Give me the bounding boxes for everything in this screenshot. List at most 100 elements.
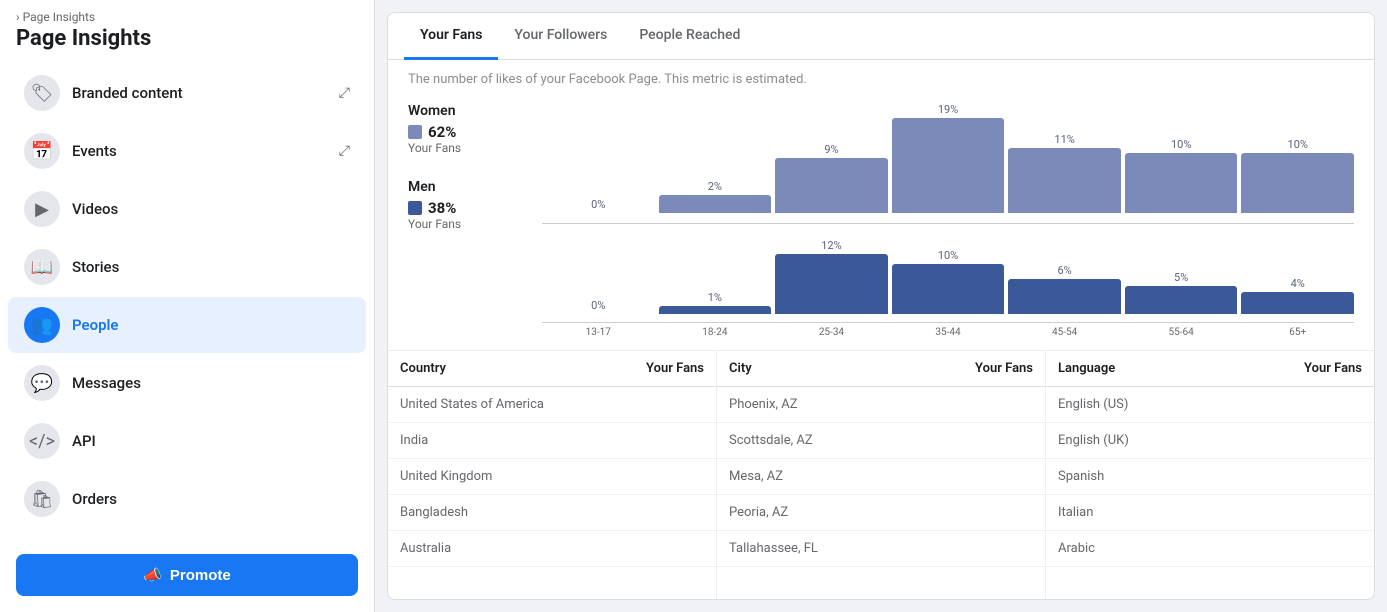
city-row-4-label: Tallahassee, FL <box>717 531 907 567</box>
sidebar-item-people[interactable]: 👥 People <box>8 297 366 353</box>
country-row-0-value <box>608 387 716 423</box>
country-row-3-label: Bangladesh <box>388 495 608 531</box>
language-row-1: English (UK) <box>1046 423 1374 459</box>
city-row-2: Mesa, AZ <box>717 459 1045 495</box>
videos-icon: ▶ <box>24 191 60 227</box>
city-row-0: Phoenix, AZ <box>717 387 1045 423</box>
men-bar-col-0: 0% <box>542 299 655 314</box>
city-col1-header: City <box>717 351 907 387</box>
women-bar-label-5: 10% <box>1171 138 1191 151</box>
external-link-icon: ⤢ <box>339 143 350 159</box>
women-swatch <box>408 125 422 139</box>
men-bar-3 <box>892 264 1005 314</box>
language-row-3: Italian <box>1046 495 1374 531</box>
men-bar-5 <box>1125 286 1238 314</box>
sidebar-item-api[interactable]: </>API <box>8 413 366 469</box>
women-bar-label-4: 11% <box>1054 133 1074 146</box>
language-row-1-value <box>1222 423 1374 459</box>
table-block-city: CityYour FansPhoenix, AZScottsdale, AZMe… <box>717 351 1046 599</box>
breadcrumb: › Page Insights <box>0 0 374 26</box>
sidebar-item-messages[interactable]: 💬Messages <box>8 355 366 411</box>
men-bar-col-4: 6% <box>1008 264 1121 314</box>
men-bar-2 <box>775 254 888 314</box>
age-labels-row: 13-1718-2425-3435-4445-5455-6465+ <box>542 322 1354 338</box>
country-row-2-value <box>608 459 716 495</box>
men-bar-6 <box>1241 292 1354 314</box>
stories-icon: 📖 <box>24 249 60 285</box>
women-bar-label-3: 19% <box>938 103 958 116</box>
table-block-country: CountryYour FansUnited States of America… <box>388 351 717 599</box>
promote-label: Promote <box>170 567 231 584</box>
tab-your-fans[interactable]: Your Fans <box>404 13 498 60</box>
people-icon: 👥 <box>24 307 60 343</box>
country-row-0: United States of America <box>388 387 716 423</box>
branded-content-icon: 🏷 <box>24 75 60 111</box>
tables-section: Country Your Fans United States of America… <box>388 351 1374 599</box>
city-row-4: Tallahassee, FL <box>717 531 1045 567</box>
women-bar-label-1: 2% <box>708 180 722 193</box>
women-bar-col-5: 10% <box>1125 138 1238 213</box>
sidebar-item-branded-content[interactable]: 🏷Branded content⤢ <box>8 65 366 121</box>
country-row-3-value <box>608 495 716 531</box>
table-city: CityYour FansPhoenix, AZScottsdale, AZMe… <box>717 351 1045 567</box>
women-bar-label-0: 0% <box>591 198 605 211</box>
city-row-4-value <box>907 531 1045 567</box>
sidebar-item-videos[interactable]: ▶Videos <box>8 181 366 237</box>
language-row-4-value <box>1222 531 1374 567</box>
chart-area: Women 62% Your Fans Men 38% Your <box>408 103 1354 338</box>
city-row-3-value <box>907 495 1045 531</box>
language-row-3-label: Italian <box>1046 495 1222 531</box>
country-row-1-label: India <box>388 423 608 459</box>
age-label-6: 65+ <box>1241 327 1354 338</box>
sidebar-item-stories[interactable]: 📖 Stories <box>8 239 366 295</box>
city-row-3-label: Peoria, AZ <box>717 495 907 531</box>
sidebar-item-label-stories: Stories <box>72 258 119 276</box>
sidebar-item-events[interactable]: 📅Events⤢ <box>8 123 366 179</box>
men-bar-label-6: 4% <box>1291 277 1305 290</box>
sidebar-item-label-events: Events <box>72 142 117 160</box>
tab-people-reached[interactable]: People Reached <box>623 13 756 60</box>
language-row-2: Spanish <box>1046 459 1374 495</box>
men-bar-label-5: 5% <box>1174 271 1188 284</box>
men-bar-col-2: 12% <box>775 239 888 314</box>
city-row-1-label: Scottsdale, AZ <box>717 423 907 459</box>
men-bar-1 <box>659 306 772 314</box>
sidebar-item-label-people: People <box>72 316 119 334</box>
city-row-2-value <box>907 459 1045 495</box>
promote-button[interactable]: 📣 Promote <box>16 554 358 596</box>
sidebar: › Page Insights Page Insights 🏷Branded c… <box>0 0 375 612</box>
sidebar-item-label-api: API <box>72 432 96 450</box>
city-col2-header: Your Fans <box>907 351 1045 387</box>
sidebar-item-label-orders: Orders <box>72 490 117 508</box>
country-col1-header: Country <box>388 351 608 387</box>
women-bar-col-3: 19% <box>892 103 1005 213</box>
chart-section: The number of likes of your Facebook Pag… <box>388 60 1374 351</box>
women-bar-label-2: 9% <box>824 143 838 156</box>
women-bar-5 <box>1125 153 1238 213</box>
city-row-0-label: Phoenix, AZ <box>717 387 907 423</box>
men-bar-col-1: 1% <box>659 291 772 314</box>
language-row-1-label: English (UK) <box>1046 423 1222 459</box>
sidebar-item-label-branded-content: Branded content <box>72 84 183 102</box>
country-row-2-label: United Kingdom <box>388 459 608 495</box>
tab-your-followers[interactable]: Your Followers <box>498 13 623 60</box>
main-content: Your FansYour FollowersPeople Reached Th… <box>375 0 1387 612</box>
content-card: Your FansYour FollowersPeople Reached Th… <box>387 12 1375 600</box>
sidebar-item-orders[interactable]: 🛍Orders <box>8 471 366 527</box>
men-bar-label-0: 0% <box>591 299 605 312</box>
country-row-4: Australia <box>388 531 716 567</box>
language-row-2-label: Spanish <box>1046 459 1222 495</box>
language-row-4: Arabic <box>1046 531 1374 567</box>
table-language: LanguageYour FansEnglish (US)English (UK… <box>1046 351 1374 567</box>
language-row-2-value <box>1222 459 1374 495</box>
men-sub-label: Your Fans <box>408 217 518 231</box>
men-color-row: 38% <box>408 199 518 217</box>
age-label-1: 18-24 <box>659 327 772 338</box>
men-bar-label-2: 12% <box>821 239 841 252</box>
promote-icon: 📣 <box>143 566 162 584</box>
women-bar-col-1: 2% <box>659 180 772 213</box>
age-label-3: 35-44 <box>892 327 1005 338</box>
chart-subtitle: The number of likes of your Facebook Pag… <box>408 72 1354 87</box>
table-country: CountryYour FansUnited States of America… <box>388 351 716 567</box>
women-bars-row: 0%2%9%19%11%10%10% <box>542 103 1354 213</box>
